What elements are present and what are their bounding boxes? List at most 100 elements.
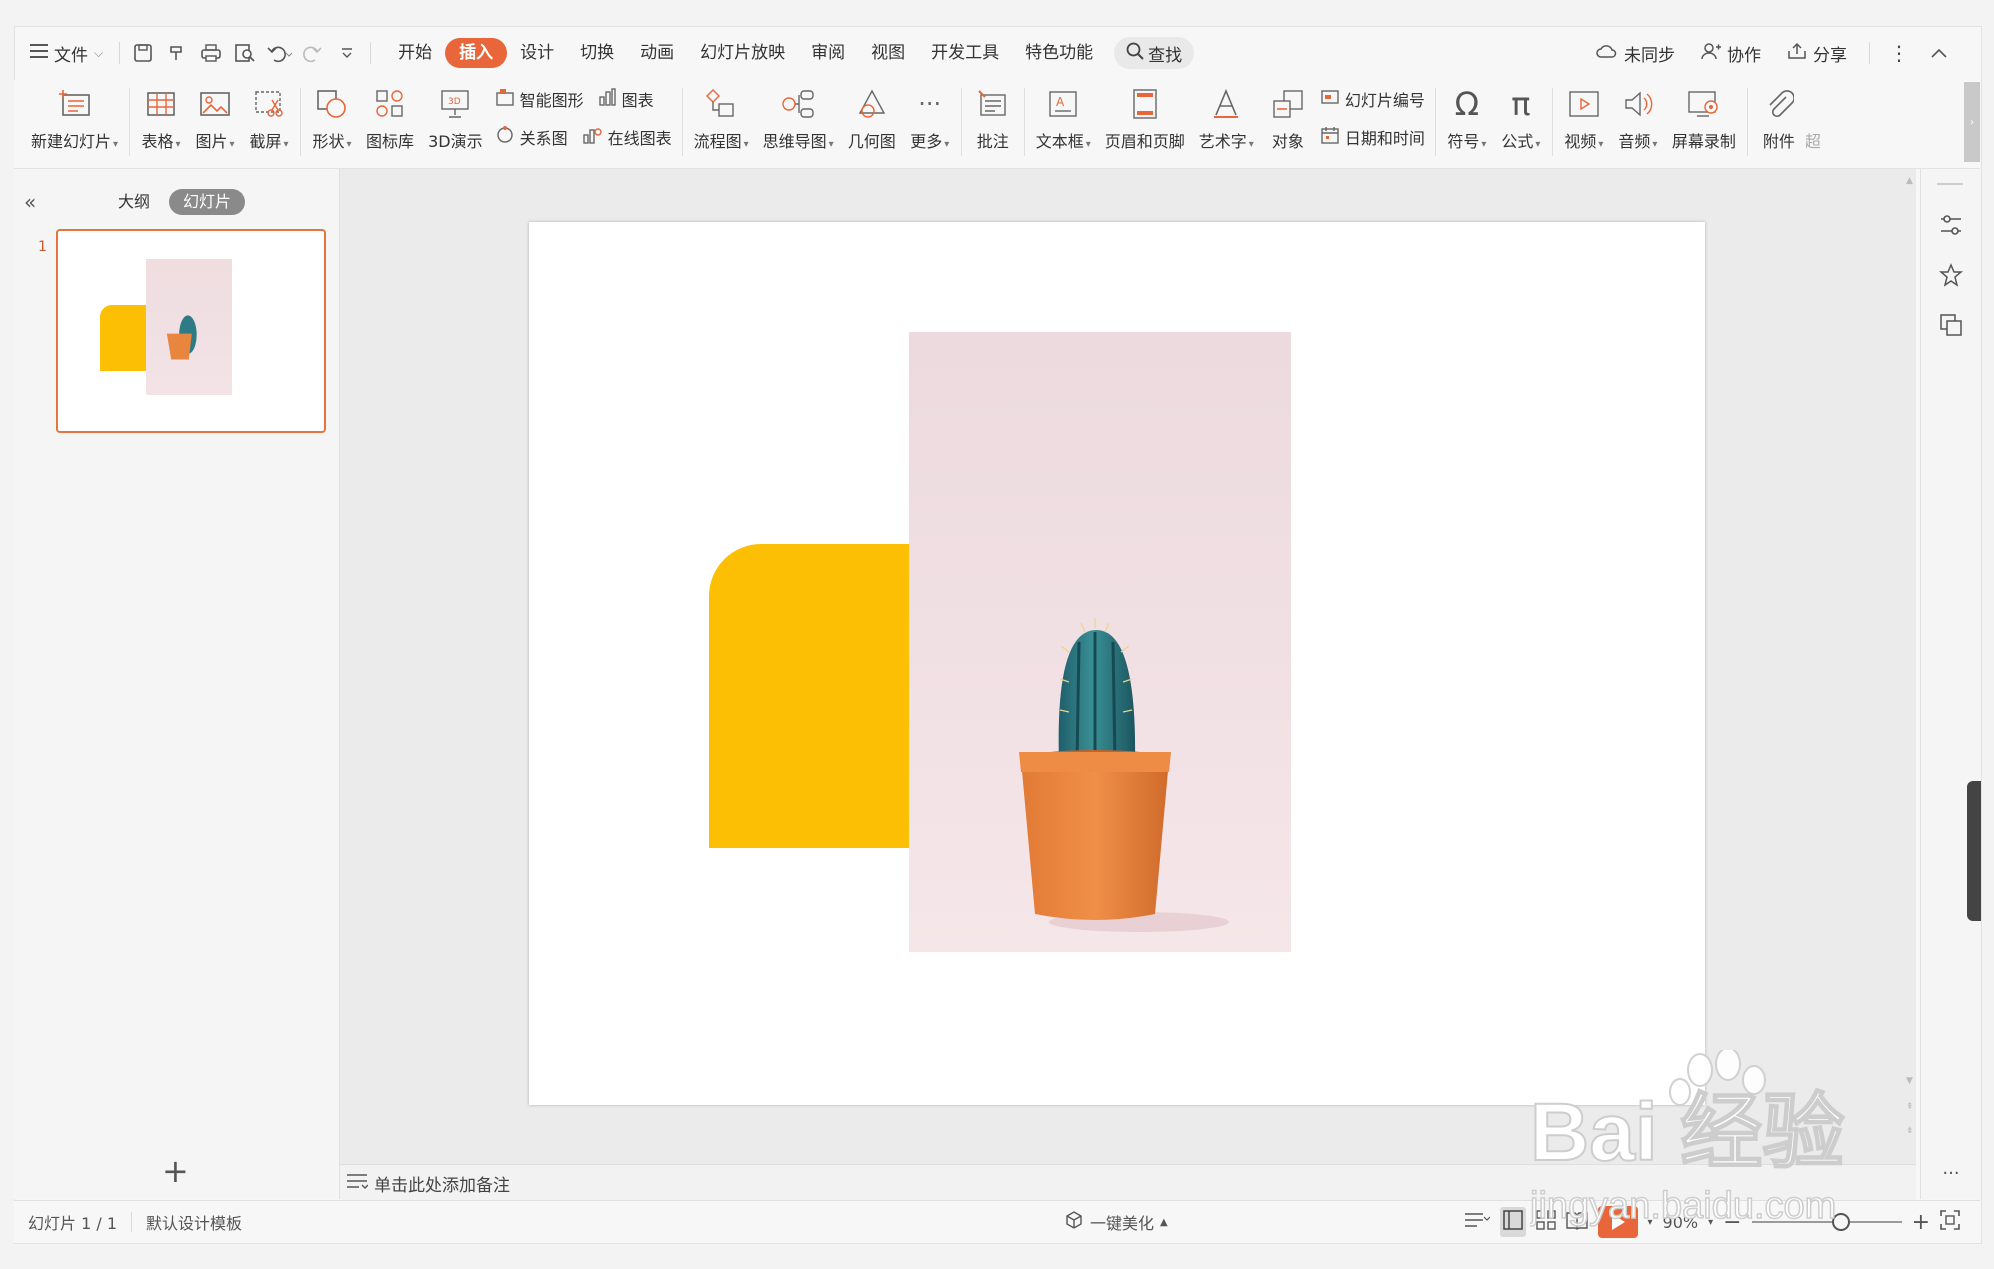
comment-button[interactable]: 批注 (966, 80, 1020, 164)
tab-6[interactable]: 审阅 (798, 38, 858, 68)
zoom-slider-knob[interactable] (1831, 1213, 1850, 1231)
tab-2[interactable]: 设计 (507, 38, 567, 68)
tab-4[interactable]: 动画 (627, 38, 687, 68)
zoom-dropdown-icon[interactable]: ▾ (1708, 1217, 1713, 1228)
table-button[interactable]: 表格 (134, 80, 188, 164)
yellow-rounded-shape[interactable] (709, 544, 909, 848)
tab-9[interactable]: 特色功能 (1012, 38, 1106, 68)
notes-bar[interactable]: 单击此处添加备注 (340, 1164, 1916, 1201)
normal-view-icon[interactable] (1499, 1207, 1526, 1237)
beautify-button[interactable]: 一键美化 ▲ (1064, 1210, 1168, 1234)
scroll-up-arrow[interactable]: ▲ (1906, 176, 1913, 186)
tab-0[interactable]: 开始 (385, 38, 445, 68)
template-name[interactable]: 默认设计模板 (132, 1210, 256, 1234)
shape-button[interactable]: 形状 (305, 80, 359, 164)
tab-slides[interactable]: 幻灯片 (169, 189, 246, 215)
tab-8[interactable]: 开发工具 (918, 38, 1012, 68)
search-button[interactable]: 查找 (1114, 37, 1195, 69)
undo-icon[interactable] (262, 36, 296, 70)
play-slideshow-button[interactable] (1597, 1206, 1638, 1238)
reading-view-icon[interactable] (1565, 1210, 1588, 1234)
divider (119, 42, 121, 64)
tab-7[interactable]: 视图 (858, 38, 918, 68)
object-button[interactable]: 对象 (1261, 80, 1315, 164)
cactus-illustration (1019, 618, 1229, 932)
print-icon[interactable] (194, 36, 228, 70)
relation-chart-button[interactable]: 关系图 (496, 120, 568, 154)
scroll-down-arrow[interactable]: ▼ (1906, 1076, 1913, 1086)
zoom-in-icon[interactable]: + (1912, 1210, 1930, 1235)
file-menu[interactable]: 文件 ⌵ (20, 35, 113, 71)
svg-text:3D: 3D (448, 97, 461, 107)
textbox-label: 文本框 (1036, 128, 1091, 152)
format-painter-icon[interactable] (160, 36, 194, 70)
wordart-label: 艺术字 (1199, 128, 1254, 152)
tab-3[interactable]: 切换 (567, 38, 627, 68)
add-slide-icon[interactable]: + (162, 1155, 189, 1187)
star-icon[interactable] (1937, 261, 1965, 289)
grid-view-icon[interactable] (1535, 1210, 1556, 1234)
screenshot-button[interactable]: 截屏 (242, 80, 296, 164)
play-options-caret-icon[interactable]: ▾ (1648, 1217, 1653, 1228)
online-chart-button[interactable]: 在线图表 (582, 120, 672, 154)
cactus-photo[interactable] (909, 332, 1291, 952)
more-button[interactable]: ··· 更多 (903, 80, 957, 164)
vertical-scrollbar[interactable]: ▲ ▼ ⇞ ⇟ (1906, 176, 1916, 1156)
wordart-button[interactable]: 艺术字 (1192, 80, 1261, 164)
attachment-button[interactable]: 附件 (1752, 80, 1806, 164)
fit-window-icon[interactable] (1940, 1210, 1960, 1234)
smart-art-button[interactable]: 智能图形 (495, 82, 584, 116)
slide-canvas[interactable] (529, 222, 1705, 1105)
more-tools-icon[interactable]: ··· (1937, 1159, 1965, 1187)
audio-button[interactable]: 音频 (1611, 80, 1665, 164)
tab-1[interactable]: 插入 (445, 38, 508, 68)
print-preview-icon[interactable] (228, 36, 262, 70)
zoom-level[interactable]: 90% (1663, 1213, 1699, 1232)
chart-button[interactable]: 图表 (598, 82, 654, 116)
hyperlink-button-partial[interactable]: 超 (1806, 80, 1820, 164)
sync-label: 未同步 (1624, 45, 1675, 66)
notes-toggle-icon[interactable] (1464, 1211, 1490, 1233)
properties-icon[interactable] (1937, 211, 1965, 239)
geometry-button[interactable]: 几何图 (841, 80, 903, 164)
next-slide-arrow[interactable]: ⇟ (1906, 1126, 1914, 1136)
redo-icon[interactable] (296, 36, 330, 70)
bar-chart-icon (598, 88, 616, 110)
mindmap-button[interactable]: 思维导图 (756, 80, 841, 164)
ribbon-scroll-right[interactable]: › (1964, 82, 1980, 162)
divider (1869, 42, 1870, 64)
zoom-out-icon[interactable]: − (1723, 1210, 1741, 1235)
collapse-pane-icon[interactable]: « (24, 190, 36, 214)
collapse-ribbon-icon[interactable] (1922, 36, 1956, 70)
datetime-button[interactable]: 日期和时间 (1321, 120, 1425, 154)
prev-slide-arrow[interactable]: ⇞ (1906, 1102, 1914, 1112)
flowchart-button[interactable]: 流程图 (687, 80, 756, 164)
new-slide-button[interactable]: 新建幻灯片 (24, 80, 125, 164)
slide-counter: 幻灯片 1 / 1 (28, 1214, 118, 1233)
textbox-button[interactable]: A 文本框 (1029, 80, 1098, 164)
header-footer-button[interactable]: 页眉和页脚 (1098, 80, 1192, 164)
more-options-icon[interactable]: ⋮ (1882, 36, 1916, 70)
symbol-button[interactable]: Ω 符号 (1440, 80, 1494, 164)
customize-quick-access-icon[interactable] (330, 36, 364, 70)
share-button[interactable]: 分享 (1777, 35, 1857, 71)
formula-button[interactable]: π 公式 (1494, 80, 1548, 164)
tab-outline[interactable]: 大纲 (118, 189, 150, 215)
sync-status[interactable]: 未同步 (1586, 35, 1685, 71)
sidebar-handle[interactable] (1937, 183, 1963, 185)
collaborate-button[interactable]: 协作 (1691, 35, 1771, 71)
icon-library-button[interactable]: 图标库 (359, 80, 421, 164)
transform-icon[interactable] (1937, 311, 1965, 339)
screen-record-button[interactable]: 屏幕录制 (1665, 80, 1743, 164)
slide-number-button[interactable]: 幻灯片编号 (1321, 82, 1425, 116)
picture-button[interactable]: 图片 (188, 80, 242, 164)
zoom-slider[interactable] (1751, 1213, 1902, 1231)
scissors-icon (249, 82, 289, 126)
tab-5[interactable]: 幻灯片放映 (687, 38, 798, 68)
3d-demo-button[interactable]: 3D 3D演示 (421, 80, 490, 164)
video-button[interactable]: 视频 (1557, 80, 1611, 164)
save-icon[interactable] (126, 36, 160, 70)
slide-thumbnail[interactable] (56, 229, 326, 433)
notes-icon (346, 1173, 369, 1194)
side-tab-handle[interactable] (1967, 781, 1981, 921)
